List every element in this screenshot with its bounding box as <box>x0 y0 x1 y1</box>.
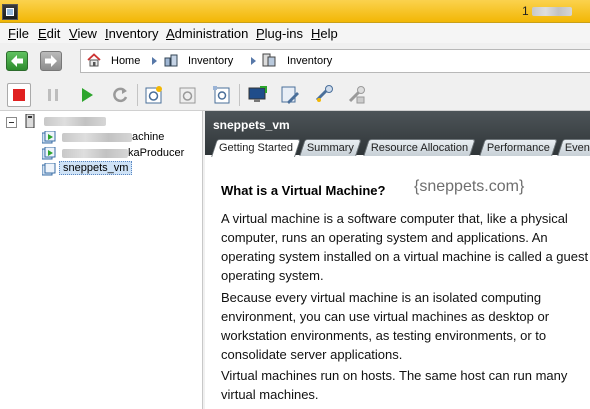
back-button[interactable] <box>6 51 28 71</box>
power-on-button[interactable] <box>76 84 98 106</box>
detail-panel: sneppets_vm Getting Started Summary Reso… <box>205 111 590 409</box>
breadcrumb-vms[interactable]: Inventory <box>287 55 332 67</box>
tab-resource-allocation[interactable]: Resource Allocation <box>363 139 476 156</box>
vm-running-icon <box>42 131 56 144</box>
pause-button[interactable] <box>42 84 64 106</box>
redacted-text <box>62 148 128 158</box>
getting-started-content: What is a Virtual Machine? {sneppets.com… <box>205 156 590 409</box>
console-button[interactable] <box>246 84 268 106</box>
chevron-right-icon <box>152 57 157 65</box>
paragraph-3: Virtual machines run on hosts. The same … <box>221 368 568 402</box>
clone-button[interactable] <box>346 84 368 106</box>
detail-header: sneppets_vm Getting Started Summary Reso… <box>205 111 590 157</box>
navigation-bar: Home Inventory Inventory <box>0 44 590 78</box>
arrow-left-icon <box>11 55 23 67</box>
menu-inventory[interactable]: Inventory <box>105 26 159 41</box>
tree-collapse-toggle[interactable] <box>6 117 17 128</box>
tab-getting-started[interactable]: Getting Started <box>211 139 301 157</box>
console-icon <box>248 86 267 102</box>
tree-vm-1[interactable]: achine <box>62 131 164 147</box>
tree-vm-label: sneppets_vm <box>59 161 133 175</box>
migrate-icon <box>315 85 333 102</box>
snapshot-manager-button[interactable] <box>211 84 233 106</box>
menu-bar: File Edit View Inventory Administration … <box>0 23 590 43</box>
inventory-icon <box>164 54 178 67</box>
snapshot-icon <box>145 86 162 104</box>
vm-inventory-icon <box>262 53 276 67</box>
paragraph-2: Because every virtual machine is an isol… <box>221 290 550 362</box>
snapshot-button[interactable] <box>143 84 165 106</box>
menu-edit[interactable]: Edit <box>38 26 60 41</box>
vm-running-icon <box>42 147 56 160</box>
content-heading: What is a Virtual Machine? <box>221 183 386 198</box>
snapshot-manager-icon <box>213 86 230 104</box>
edit-settings-icon <box>281 86 299 104</box>
tab-summary[interactable]: Summary <box>299 139 362 156</box>
edit-settings-button[interactable] <box>279 84 301 106</box>
tab-performance[interactable]: Performance <box>479 139 558 156</box>
clone-icon <box>348 86 365 104</box>
vm-icon <box>42 163 56 176</box>
toolbar-separator <box>137 84 138 106</box>
chevron-right-icon <box>251 57 256 65</box>
redacted-text <box>532 7 573 17</box>
breadcrumb-inventory[interactable]: Inventory <box>188 55 233 67</box>
menu-plugins[interactable]: Plug-ins <box>256 26 303 41</box>
redacted-text <box>44 116 106 126</box>
play-icon <box>82 88 93 102</box>
host-icon <box>25 114 35 128</box>
menu-view[interactable]: View <box>69 26 97 41</box>
toolbar-separator <box>239 84 240 106</box>
tree-vm-3-selected[interactable]: sneppets_vm <box>59 161 133 178</box>
tab-events[interactable]: Event <box>557 139 590 156</box>
arrow-right-icon <box>45 55 57 67</box>
home-icon <box>87 53 101 67</box>
menu-administration[interactable]: Administration <box>166 26 248 41</box>
toolbar <box>0 78 590 111</box>
window-title: 1 <box>522 4 573 18</box>
paragraph-1: A virtual machine is a software computer… <box>221 211 589 283</box>
title-bar: 1 <box>0 0 590 23</box>
redacted-text <box>62 132 132 142</box>
pause-icon <box>48 89 58 101</box>
forward-button[interactable] <box>40 51 62 71</box>
stop-button[interactable] <box>7 83 31 107</box>
revert-snapshot-icon <box>179 87 196 104</box>
breadcrumb-home[interactable]: Home <box>111 55 140 67</box>
breadcrumb: Home Inventory Inventory <box>80 49 590 73</box>
menu-help[interactable]: Help <box>311 26 338 41</box>
app-icon <box>2 4 18 20</box>
refresh-icon <box>113 87 128 103</box>
detail-title: sneppets_vm <box>213 118 290 132</box>
migrate-button[interactable] <box>313 84 335 106</box>
tree-host[interactable] <box>44 115 106 131</box>
watermark: {sneppets.com} <box>414 178 525 195</box>
menu-file[interactable]: File <box>8 26 29 41</box>
revert-snapshot-button[interactable] <box>177 84 199 106</box>
reset-button[interactable] <box>109 84 131 106</box>
